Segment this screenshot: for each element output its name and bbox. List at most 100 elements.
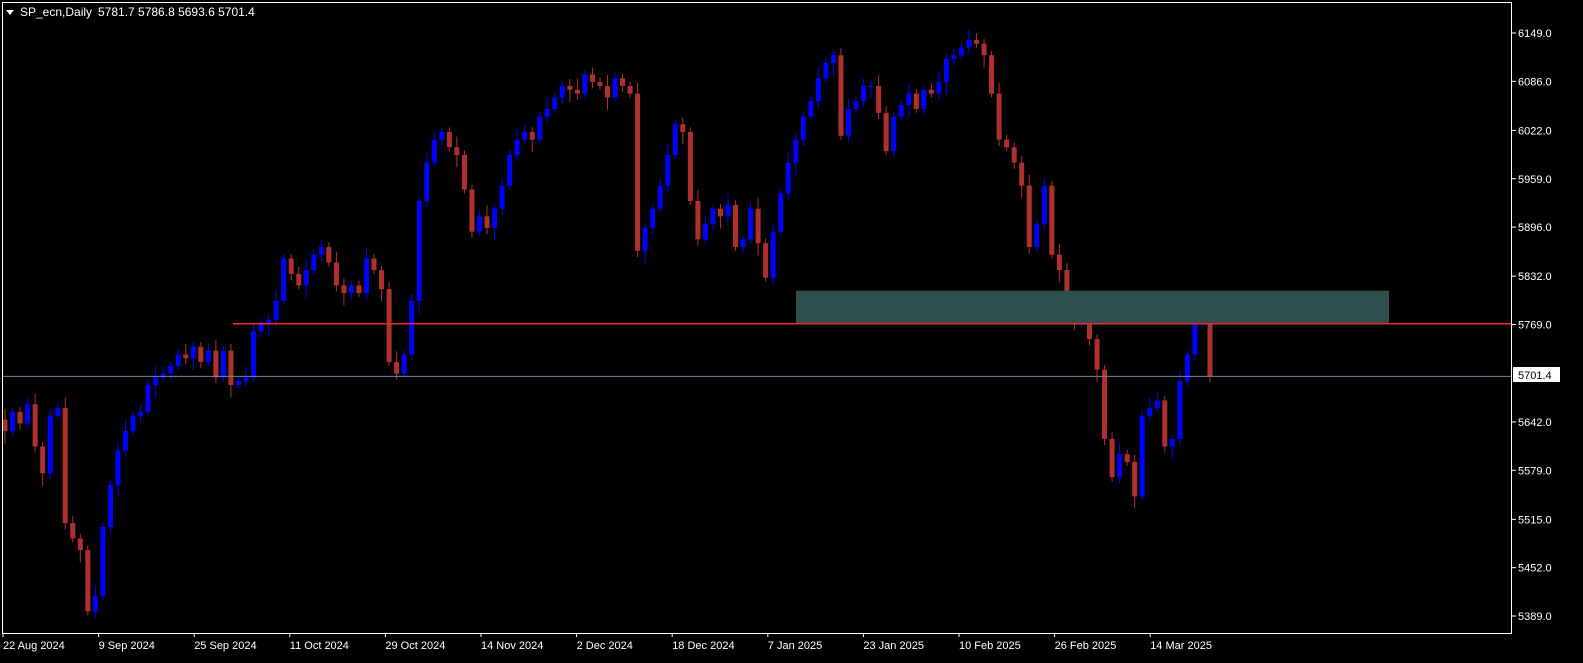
candle-body: [386, 289, 392, 363]
candle-body: [1094, 339, 1100, 370]
candle-body: [582, 74, 588, 94]
candle-body: [514, 139, 520, 155]
candle-body: [341, 285, 347, 294]
candle-body: [778, 193, 784, 232]
candle-body: [853, 101, 859, 109]
candle-body: [695, 200, 701, 240]
candle-body: [710, 208, 716, 225]
candle-body: [876, 85, 882, 113]
candle-body: [507, 154, 513, 186]
candle-body: [1011, 147, 1017, 163]
candle-body: [333, 262, 339, 286]
candle-body: [672, 124, 678, 155]
candle-body: [1124, 454, 1130, 462]
candle-body: [55, 408, 61, 416]
candle: [1102, 365, 1108, 445]
candle-body: [1162, 400, 1168, 447]
candle-body: [1019, 162, 1025, 186]
candle-body: [356, 285, 362, 294]
candle-body: [228, 350, 234, 386]
candle-body: [168, 365, 174, 374]
candle-body: [1117, 454, 1123, 478]
candle-body: [454, 147, 460, 155]
current-price-label: 5701.4: [1518, 370, 1552, 382]
candle-body: [1102, 369, 1108, 439]
candle-body: [770, 231, 776, 278]
candle-body: [800, 116, 806, 140]
candle-body: [1177, 381, 1183, 439]
candle-body: [748, 208, 754, 240]
x-tick-label: 14 Mar 2025: [1150, 640, 1212, 652]
candle-body: [326, 247, 332, 263]
candle: [1034, 219, 1040, 251]
candle-body: [1147, 408, 1153, 416]
candle-body: [657, 185, 663, 209]
candle-body: [1192, 323, 1198, 355]
candle: [770, 224, 776, 284]
candle-body: [431, 139, 437, 163]
candle-body: [220, 350, 226, 378]
candle-body: [906, 93, 912, 106]
candle-body: [989, 55, 995, 94]
candle-body: [665, 154, 671, 186]
candle: [416, 196, 422, 313]
candle-body: [40, 446, 46, 474]
candle: [47, 408, 53, 480]
y-tick-label: 5515.0: [1518, 514, 1552, 526]
candle-body: [47, 415, 53, 474]
candle-body: [469, 189, 475, 232]
price-chart[interactable]: 6149.0 6086.0 6022.0 5959.0 5896.0 5832.0 5769…: [0, 0, 1583, 663]
candle-body: [1049, 185, 1055, 255]
candle-body: [311, 254, 317, 271]
candle: [281, 253, 287, 305]
candle-body: [868, 85, 874, 87]
candle-body: [838, 55, 844, 136]
candle-body: [348, 285, 354, 294]
candle-body: [77, 538, 83, 551]
candle: [1109, 431, 1115, 481]
candle-body: [913, 93, 919, 109]
candle-body: [537, 116, 543, 140]
candle: [251, 324, 257, 382]
candle-body: [936, 82, 942, 94]
candle-body: [717, 208, 723, 217]
candle-body: [981, 43, 987, 56]
candle-body: [522, 131, 528, 140]
candle-body: [281, 258, 287, 301]
candle: [1192, 319, 1198, 361]
y-tick-label: 6022.0: [1518, 125, 1552, 137]
supply-zone[interactable]: [796, 290, 1389, 324]
candle: [1049, 181, 1055, 259]
candle-body: [597, 82, 603, 86]
candle-body: [823, 62, 829, 79]
candle: [1162, 395, 1168, 453]
candle-body: [318, 247, 324, 255]
ohlc-values: 5781.7 5786.8 5693.6 5701.4: [98, 5, 255, 19]
y-tick-label: 5579.0: [1518, 465, 1552, 477]
candle-body: [958, 47, 964, 56]
candle-body: [921, 89, 927, 109]
candle-body: [235, 381, 241, 386]
candle-body: [1004, 139, 1010, 148]
candle-body: [891, 116, 897, 152]
candle-body: [680, 124, 686, 132]
candle: [537, 112, 543, 144]
x-tick-label: 10 Feb 2025: [959, 640, 1021, 652]
candle-body: [213, 350, 219, 378]
y-tick-label: 5642.0: [1518, 417, 1552, 429]
candle-body: [763, 243, 769, 278]
x-tick-label: 11 Oct 2024: [290, 640, 349, 652]
x-tick-label: 7 Jan 2025: [768, 640, 822, 652]
candle: [891, 112, 897, 158]
candle-body: [1034, 224, 1040, 248]
candle: [989, 50, 995, 98]
candle-body: [115, 450, 121, 485]
x-tick-label: 29 Oct 2024: [385, 640, 445, 652]
candle: [1026, 174, 1032, 254]
candle-body: [815, 78, 821, 102]
candle: [672, 119, 678, 159]
candle-body: [416, 200, 422, 301]
x-tick-label: 23 Jan 2025: [863, 640, 924, 652]
candle-body: [529, 131, 535, 140]
candle: [883, 105, 889, 155]
